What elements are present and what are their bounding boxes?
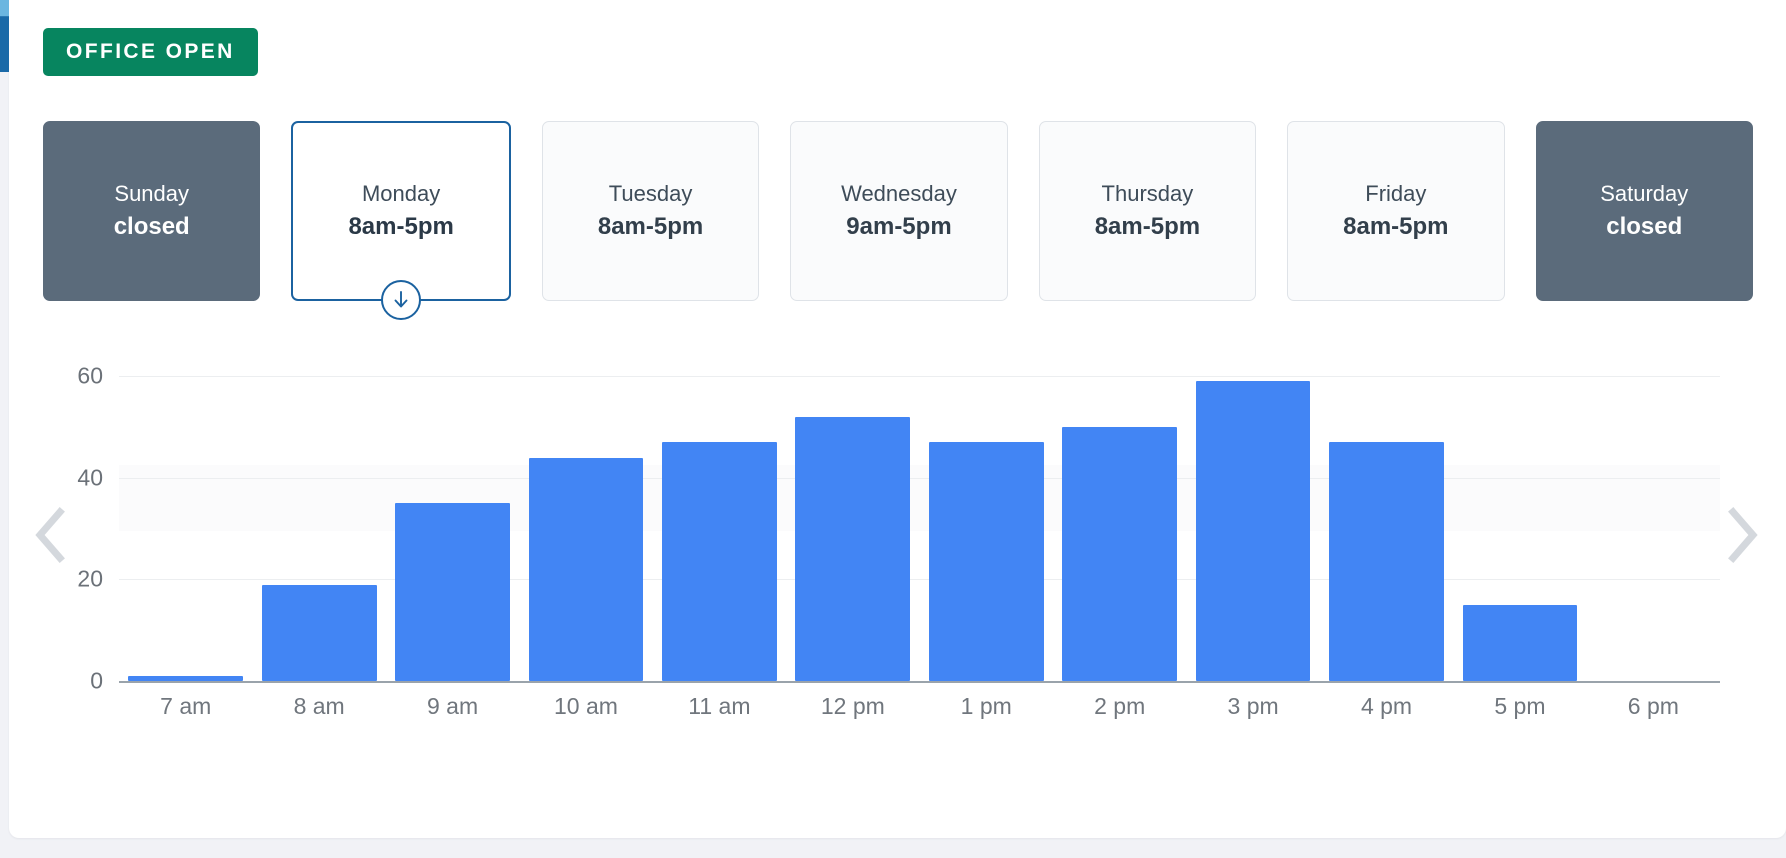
x-axis-label: 7 am [160,693,212,719]
chevron-right-icon[interactable] [1714,495,1770,575]
day-card-hours: 8am-5pm [597,212,704,240]
chart-x-axis-labels: 7 am 8 am 9 am 10 am 11 am 12 pm 1 pm 2 pm 3 pm 4… [119,693,1720,720]
chart-bars [119,361,1720,681]
day-card-hours: closed [113,212,190,240]
day-card-hours: 9am-5pm [846,212,952,240]
status-badge: OFFICE OPEN [43,28,258,76]
x-axis-label: 4 pm [1360,693,1413,719]
day-card-hours: 8am-5pm [1343,212,1449,240]
day-card-name: Thursday [1101,181,1194,207]
day-card-sunday[interactable]: Sunday closed [43,121,261,301]
bar [1062,427,1178,681]
bar-slot-10-am[interactable] [519,361,652,681]
bar-slot-6-pm[interactable] [1587,361,1720,681]
y-axis-tick: 20 [77,565,103,592]
day-card-tuesday[interactable]: Tuesday 8am-5pm [541,121,760,301]
bar [528,457,644,681]
bar-slot-9-am[interactable] [386,361,519,681]
x-axis-label: 9 am [426,693,479,719]
day-card-wednesday[interactable]: Wednesday 9am-5pm [790,121,1008,301]
bar-slot-4-pm[interactable] [1320,361,1453,681]
bar [1195,381,1311,681]
office-hours-card: OFFICE OPEN Sunday closed Monday 8am-5pm Tue… [9,0,1786,838]
bar [261,584,377,681]
page-edge-accent [0,0,9,72]
x-axis-label: 11 am [688,693,751,719]
x-axis-label: 10 am [554,693,618,719]
day-card-hours: closed [1606,212,1683,240]
day-card-thursday[interactable]: Thursday 8am-5pm [1038,121,1257,301]
gridline-0: 0 [90,668,1720,694]
x-axis-label: 6 pm [1627,693,1679,719]
day-card-name: Monday [361,181,441,207]
day-card-name: Sunday [114,181,190,207]
day-card-hours: 8am-5pm [348,212,454,240]
bar [128,675,244,681]
x-axis-label: 8 am [293,693,345,719]
day-card-name: Friday [1365,181,1427,207]
day-card-name: Saturday [1600,181,1689,207]
bar-slot-11-am[interactable] [653,361,786,681]
day-card-name: Wednesday [841,181,957,207]
bar [662,442,777,681]
x-axis-label: 2 pm [1094,693,1146,719]
bar-slot-5-pm[interactable] [1453,361,1586,681]
popular-times-chart: 0 20 40 60 7 am 8 am 9 am 10 am 11 am 12 pm 1 pm 2… [9,355,1786,805]
x-axis-label: 12 pm [820,693,885,719]
y-axis-tick: 60 [77,362,103,389]
y-axis-tick: 40 [77,464,103,491]
arrow-down-icon[interactable] [381,280,422,320]
day-card-friday[interactable]: Friday 8am-5pm [1287,121,1505,301]
chart-plot-area: 0 20 40 60 [77,361,1720,694]
bar [395,503,510,681]
bar [1329,442,1444,681]
bar-slot-12-pm[interactable] [786,361,919,681]
bar [928,442,1044,681]
bar-slot-3-pm[interactable] [1186,361,1319,681]
day-card-monday[interactable]: Monday 8am-5pm [291,121,511,320]
bar-slot-1-pm[interactable] [920,361,1053,681]
day-card-hours: 8am-5pm [1094,212,1201,240]
bar-slot-8-am[interactable] [252,361,385,681]
day-selector: Sunday closed Monday 8am-5pm Tuesday 8am-5pm W… [43,121,1753,320]
x-axis-label: 1 pm [960,693,1012,719]
x-axis-label: 5 pm [1494,693,1546,719]
chevron-left-icon[interactable] [23,495,79,575]
day-card-saturday[interactable]: Saturday closed [1535,121,1753,301]
bar-slot-2-pm[interactable] [1053,361,1186,681]
bar [795,416,911,681]
day-card-name: Tuesday [608,181,693,207]
bar [1462,604,1578,681]
bar-slot-7-am[interactable] [119,361,252,681]
x-axis-label: 3 pm [1227,693,1279,719]
y-axis-tick: 0 [90,667,103,694]
